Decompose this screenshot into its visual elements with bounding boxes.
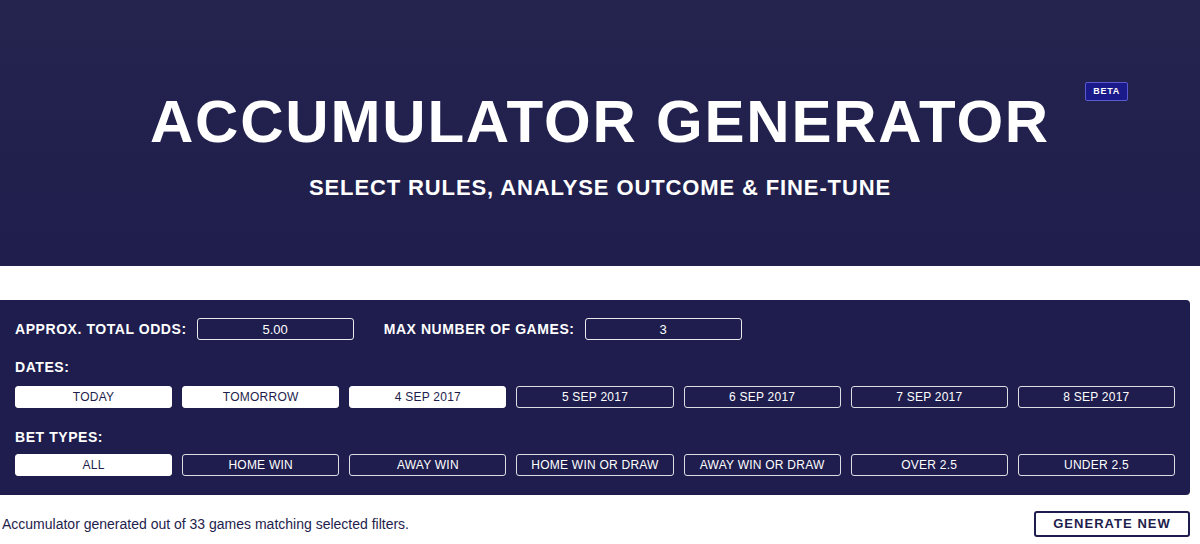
fields-row: APPROX. TOTAL ODDS: MAX NUMBER OF GAMES: xyxy=(15,318,1175,340)
date-option[interactable]: 7 SEP 2017 xyxy=(851,386,1008,408)
field-label: APPROX. TOTAL ODDS: xyxy=(15,320,187,338)
bet-types-row: ALL HOME WIN AWAY WIN HOME WIN OR DRAW AWAY … xyxy=(15,454,1175,476)
field-input[interactable] xyxy=(197,318,354,340)
bet-type-option[interactable]: HOME WIN OR DRAW xyxy=(516,454,673,476)
hero-banner: ACCUMULATOR GENERATOR BETA SELECT RULES,… xyxy=(0,0,1200,266)
bet-type-option[interactable]: AWAY WIN xyxy=(349,454,506,476)
date-option[interactable]: TOMORROW xyxy=(182,386,339,408)
date-option[interactable]: 4 SEP 2017 xyxy=(349,386,506,408)
dates-row: TODAY TOMORROW 4 SEP 2017 5 SEP 2017 6 SEP 2… xyxy=(15,386,1175,408)
field-label: MAX NUMBER OF GAMES: xyxy=(384,320,575,338)
date-option[interactable]: 8 SEP 2017 xyxy=(1018,386,1175,408)
bet-type-option[interactable]: OVER 2.5 xyxy=(851,454,1008,476)
bet-type-option[interactable]: HOME WIN xyxy=(182,454,339,476)
dates-label: DATES: xyxy=(15,358,1175,376)
hero-title-wrap: ACCUMULATOR GENERATOR BETA xyxy=(150,92,1050,152)
date-option[interactable]: 6 SEP 2017 xyxy=(684,386,841,408)
beta-badge: BETA xyxy=(1085,82,1128,101)
page-subtitle: SELECT RULES, ANALYSE OUTCOME & FINE-TUN… xyxy=(309,174,891,202)
bet-type-option[interactable]: UNDER 2.5 xyxy=(1018,454,1175,476)
field-input[interactable] xyxy=(585,318,742,340)
page-title: ACCUMULATOR GENERATOR xyxy=(150,92,1050,152)
filter-panel: APPROX. TOTAL ODDS:MAX NUMBER OF GAMES: … xyxy=(0,300,1190,495)
date-option[interactable]: TODAY xyxy=(15,386,172,408)
bet-type-option[interactable]: ALL xyxy=(15,454,172,476)
status-text: Accumulator generated out of 33 games ma… xyxy=(2,515,409,533)
result-bar: Accumulator generated out of 33 games ma… xyxy=(0,511,1190,537)
date-option[interactable]: 5 SEP 2017 xyxy=(516,386,673,408)
bet-types-label: BET TYPES: xyxy=(15,428,1175,446)
bet-type-option[interactable]: AWAY WIN OR DRAW xyxy=(684,454,841,476)
generate-new-button[interactable]: GENERATE NEW xyxy=(1034,511,1190,537)
